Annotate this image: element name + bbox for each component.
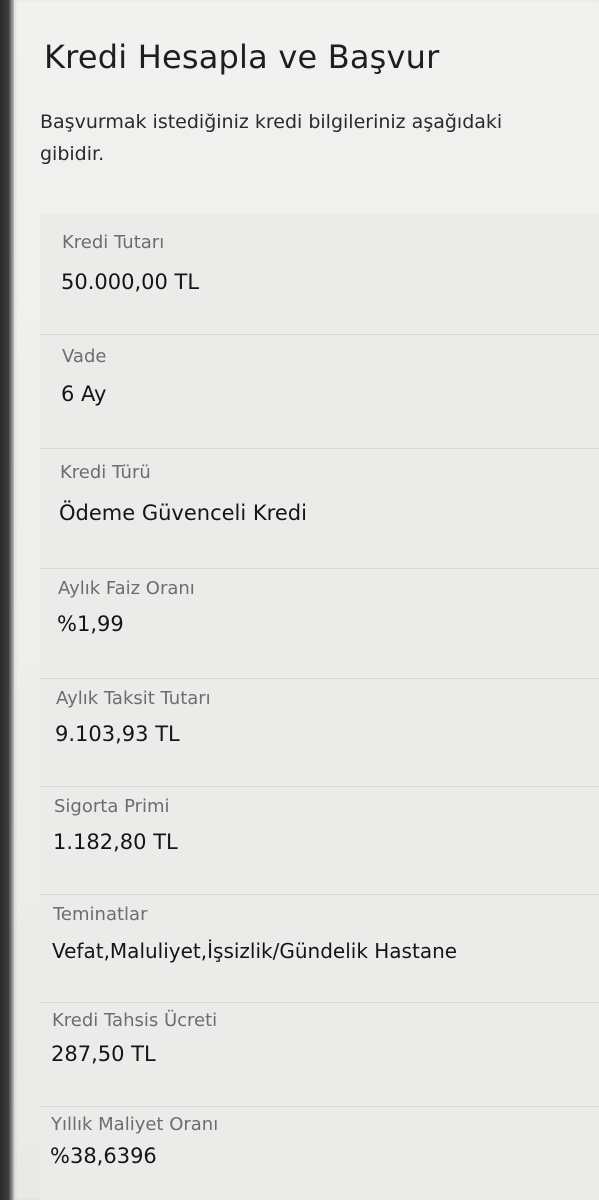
detail-label: Aylık Taksit Tutarı <box>56 688 211 709</box>
detail-value: Ödeme Güvenceli Kredi <box>59 501 307 525</box>
detail-label: Aylık Faiz Oranı <box>58 578 195 599</box>
intro-text: Başvurmak istediğiniz kredi bilgileriniz… <box>40 106 599 170</box>
detail-row-loan-amount: Kredi Tutarı 50.000,00 TL <box>40 214 599 335</box>
detail-row-coverage: Teminatlar Vefat,Maluliyet,İşsizlik/Günd… <box>40 894 599 1003</box>
loan-details-list: Kredi Tutarı 50.000,00 TL Vade 6 Ay Kred… <box>40 214 599 1200</box>
detail-label: Vade <box>62 346 107 367</box>
device-bezel <box>0 0 14 1200</box>
detail-row-term: Vade 6 Ay <box>40 334 599 449</box>
detail-row-monthly-interest: Aylık Faiz Oranı %1,99 <box>40 568 599 679</box>
detail-row-allocation-fee: Kredi Tahsis Ücreti 287,50 TL <box>40 1002 599 1107</box>
detail-value: %38,6396 <box>50 1144 157 1168</box>
detail-value: 9.103,93 TL <box>55 722 180 746</box>
detail-row-monthly-installment: Aylık Taksit Tutarı 9.103,93 TL <box>40 678 599 787</box>
page-title: Kredi Hesapla ve Başvur <box>44 38 440 76</box>
detail-label: Sigorta Primi <box>54 796 170 817</box>
detail-label: Yıllık Maliyet Oranı <box>51 1114 219 1135</box>
detail-label: Kredi Tahsis Ücreti <box>52 1010 218 1031</box>
detail-row-annual-cost-rate: Yıllık Maliyet Oranı %38,6396 <box>40 1106 599 1200</box>
detail-value: 287,50 TL <box>51 1042 156 1066</box>
detail-value: 50.000,00 TL <box>61 270 200 294</box>
screen: Kredi Hesapla ve Başvur Başvurmak istedi… <box>14 0 599 1200</box>
detail-row-loan-type: Kredi Türü Ödeme Güvenceli Kredi <box>40 448 599 569</box>
detail-row-insurance-premium: Sigorta Primi 1.182,80 TL <box>40 786 599 895</box>
detail-label: Kredi Türü <box>60 462 151 483</box>
detail-value: Vefat,Maluliyet,İşsizlik/Gündelik Hastan… <box>52 939 458 963</box>
intro-line-1: Başvurmak istediğiniz kredi bilgileriniz… <box>40 111 503 133</box>
detail-value: %1,99 <box>57 612 124 636</box>
detail-value: 1.182,80 TL <box>53 830 178 854</box>
detail-label: Kredi Tutarı <box>62 232 165 253</box>
detail-value: 6 Ay <box>61 382 107 406</box>
detail-label: Teminatlar <box>53 904 148 925</box>
intro-line-2: gibidir. <box>40 143 105 165</box>
